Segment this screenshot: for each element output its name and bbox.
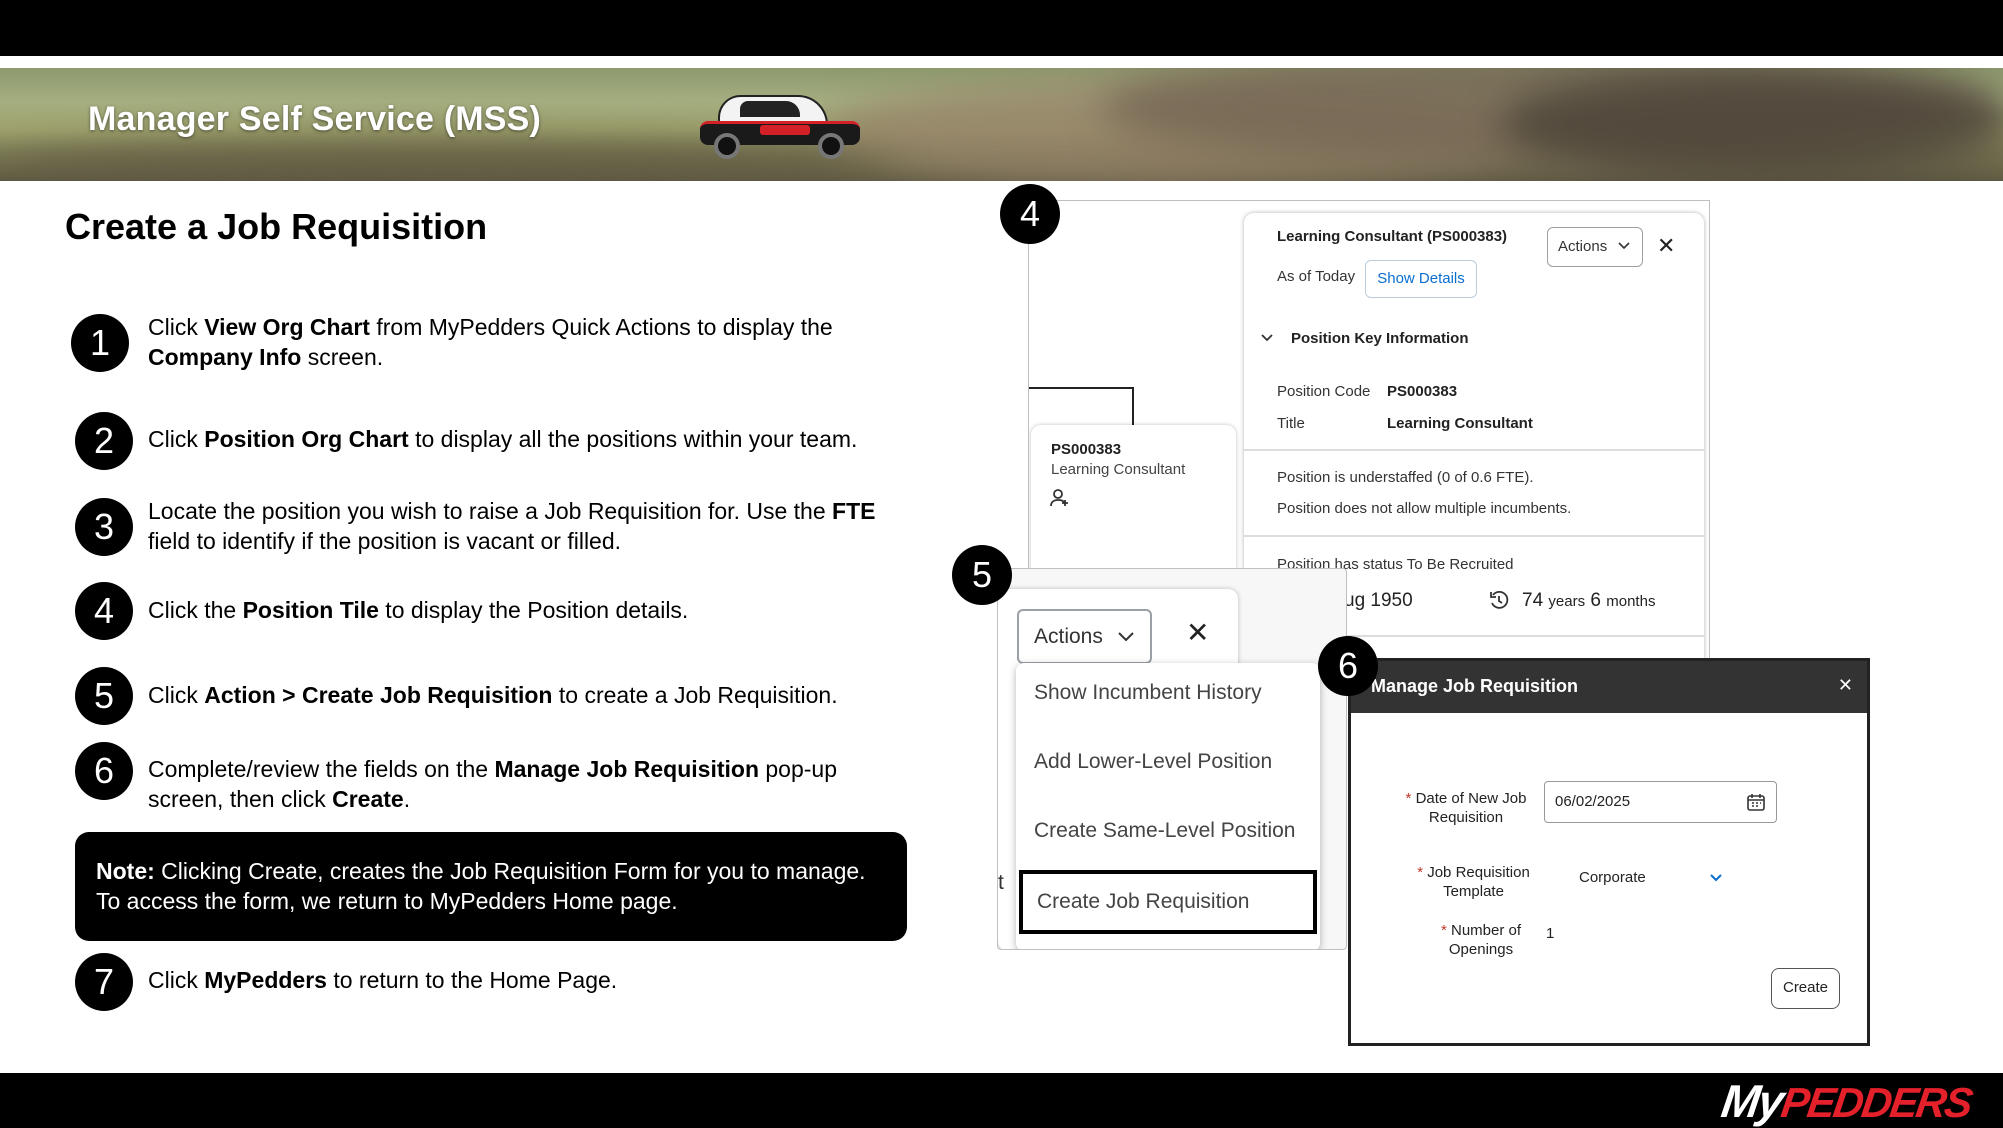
as-of-label: As of Today [1277,268,1356,285]
bottom-bar [0,1073,2003,1128]
section-heading: Position Key Information [1291,330,1469,347]
chevron-down-icon[interactable] [1260,330,1276,342]
menu-item-add-lower-level-position[interactable]: Add Lower-Level Position [1016,750,1320,774]
edge-char: t [998,871,1004,894]
step-number: 4 [75,582,133,640]
note-box: Note: Clicking Create, creates the Job R… [75,832,907,941]
page-title: Create a Job Requisition [65,206,488,247]
template-field-label: * Job Requisition Template [1417,864,1530,900]
note-text: Clicking Create, creates the Job Requisi… [96,858,866,914]
step-number: 1 [71,314,129,372]
step-number: 6 [75,742,133,800]
title-label: Title [1277,415,1305,432]
menu-item-show-incumbent-history[interactable]: Show Incumbent History [1016,681,1320,705]
step-number: 5 [75,667,133,725]
add-person-icon[interactable] [1049,487,1071,509]
step-number: 2 [75,412,133,470]
create-button[interactable]: Create [1771,968,1840,1009]
tile-position-code: PS000383 [1051,441,1122,458]
chevron-down-icon [1618,242,1630,250]
step-text: Click the Position Tile to display the P… [148,597,689,623]
history-icon [1488,589,1510,611]
close-icon[interactable]: ✕ [1657,235,1675,257]
step-text: Click View Org Chart from MyPedders Quic… [148,314,833,370]
title-value: Learning Consultant [1387,415,1533,432]
top-bar [0,0,2003,56]
step-text: Click MyPedders to return to the Home Pa… [148,967,618,993]
status-message: Position is understaffed (0 of 0.6 FTE). [1277,469,1534,486]
openings-value[interactable]: 1 [1546,925,1554,942]
openings-field-label: * Number of Openings [1440,922,1522,958]
chevron-down-icon [1710,874,1722,882]
close-icon[interactable]: ✕ [1838,675,1853,696]
position-code-label: Position Code [1277,383,1371,400]
date-field-label: * Date of New Job Requisition [1405,790,1527,826]
callout-badge-5: 5 [952,545,1012,605]
step-number: 7 [75,953,133,1011]
actions-menu-screenshot: t Actions ✕ Show Incumbent History Add L… [997,568,1347,950]
date-value: ug 1950 [1344,590,1413,611]
step-text: Complete/review the fields on the Manage… [148,756,838,812]
position-code-value: PS000383 [1387,383,1458,400]
tile-position-title: Learning Consultant [1051,461,1186,478]
note-label: Note: [96,858,155,884]
callout-badge-6: 6 [1318,636,1378,696]
show-details-button[interactable]: Show Details [1365,260,1477,298]
step-text: Locate the position you wish to raise a … [148,498,876,554]
manage-job-requisition-dialog: Manage Job Requisition ✕ * Date of New J… [1348,658,1870,1046]
menu-item-create-same-level-position[interactable]: Create Same-Level Position [1016,819,1320,843]
rally-car-icon [700,95,865,159]
step-text: Click Action > Create Job Requisition to… [148,682,838,708]
template-select[interactable]: Corporate [1579,869,1759,893]
position-card-title: Learning Consultant (PS000383) [1277,228,1508,245]
actions-button[interactable]: Actions [1017,609,1152,664]
tenure-value: 74 years 6 months [1522,590,1656,611]
dialog-title: Manage Job Requisition [1371,676,1579,696]
mypedders-logo[interactable]: MyPEDDERS [1718,1074,1975,1128]
callout-badge-4: 4 [1000,184,1060,244]
chevron-down-icon [1118,632,1134,642]
actions-dropdown-menu: Show Incumbent History Add Lower-Level P… [1016,663,1320,949]
status-message: Position does not allow multiple incumbe… [1277,500,1572,517]
menu-item-create-job-requisition[interactable]: Create Job Requisition [1019,870,1317,934]
actions-button[interactable]: Actions [1547,227,1643,267]
step-text: Click Position Org Chart to display all … [148,426,858,452]
banner-title: Manager Self Service (MSS) [88,100,542,138]
date-field[interactable]: 06/02/2025 [1544,781,1777,823]
close-icon[interactable]: ✕ [1186,619,1209,647]
calendar-icon[interactable] [1746,792,1766,812]
step-number: 3 [75,498,133,556]
